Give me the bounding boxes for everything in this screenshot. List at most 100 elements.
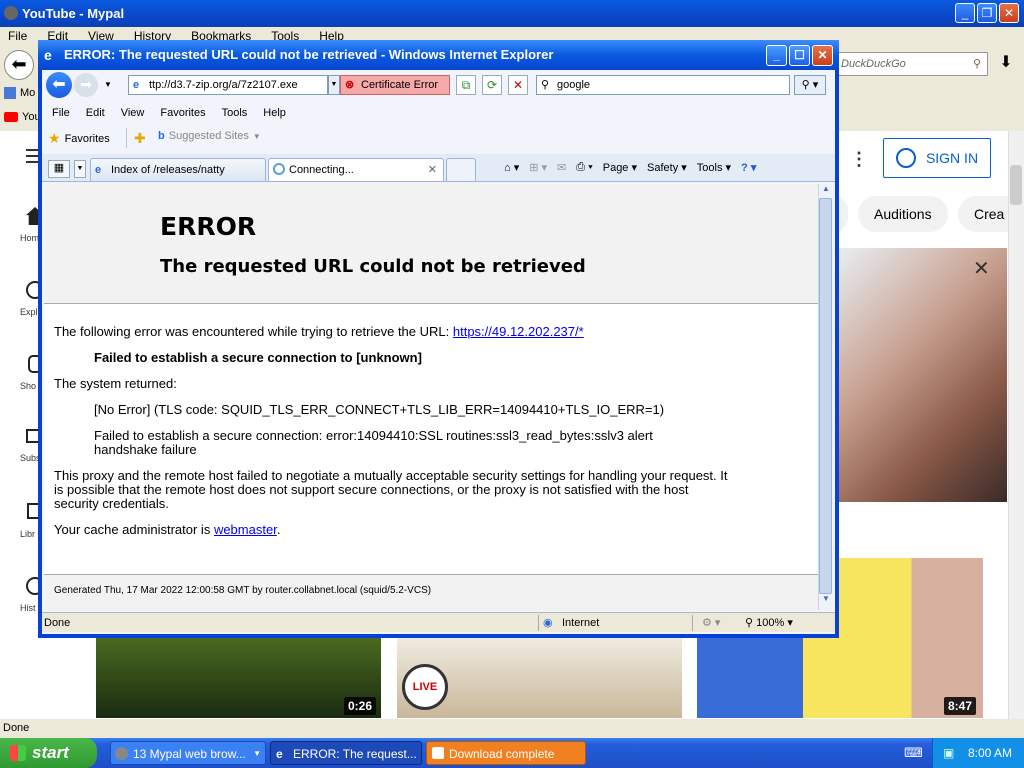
youtube-icon [4,112,18,122]
close-tab-icon[interactable]: ✕ [428,159,437,181]
chip-auditions[interactable]: Auditions [858,196,948,232]
maximize-icon[interactable]: ❐ [977,3,997,23]
scrollbar-thumb[interactable] [819,198,832,594]
chip-crea[interactable]: Crea [958,196,1008,232]
menu-help[interactable]: Help [263,107,286,119]
bing-icon: b [158,130,165,142]
ie-title-bar[interactable]: ERROR: The requested URL could not be re… [38,40,839,70]
live-badge: LIVE [402,664,448,710]
zoom-label: 100% [756,617,785,629]
network-icon[interactable]: ▣ [943,738,954,768]
mypal-status-bar: Done [0,719,1024,738]
read-mail-icon[interactable]: ✉ [557,161,566,174]
tab-index-releases[interactable]: e Index of /releases/natty [90,158,266,181]
minimize-icon[interactable]: _ [766,45,787,66]
search-value: google [557,79,591,91]
tools-menu[interactable]: Tools ▾ [697,161,731,174]
back-arrow-icon: ⬅ [52,76,66,93]
close-icon[interactable]: ✕ [999,3,1019,23]
video-thumbnail-1[interactable] [96,638,381,718]
status-text: Done [44,617,71,629]
search-icon: ⚲ [541,79,550,91]
task-ie-error[interactable]: e ERROR: The request... [270,741,422,765]
intro-text: The following error was encountered whil… [54,324,453,339]
keyboard-icon[interactable]: ⌨ [904,745,923,761]
mypal-window-controls: _ ❐ ✕ [955,3,1019,23]
ie-menu-bar: File Edit View Favorites Tools Help [42,102,835,124]
task-label: Download complete [449,747,555,761]
ie-status-bar: Done ◉ Internet ⚙ ▾ ⚲ 100% ▾ [42,612,835,632]
mypal-bookmark-item[interactable]: Mo [4,87,35,99]
mypal-tab-youtube[interactable]: You [4,111,41,123]
webmaster-link[interactable]: webmaster [214,522,277,537]
admin-message: Your cache administrator is webmaster. [54,523,280,537]
address-bar-input[interactable]: e ttp://d3.7-zip.org/a/7z2107.exe [128,75,328,95]
suggested-sites-button[interactable]: b Suggested Sites ▼ [158,130,261,142]
clock[interactable]: 8:00 AM [968,746,1012,760]
refresh-icon[interactable]: ⟳ [482,75,502,95]
divider [538,615,539,631]
history-dropdown-icon[interactable]: ▼ [104,80,112,89]
stop-icon[interactable]: ✕ [508,75,528,95]
video-duration-3: 8:47 [944,697,977,715]
status-text: Done [3,722,30,734]
safety-menu[interactable]: Safety ▾ [647,161,687,174]
sign-in-button[interactable]: SIGN IN [883,138,991,178]
close-icon[interactable]: ✕ [812,45,833,66]
download-icon[interactable]: ⬇ [994,52,1018,76]
home-icon[interactable]: ⌂ ▾ [504,161,519,174]
minimize-icon[interactable]: _ [955,3,975,23]
add-favorite-icon[interactable]: ✚ [134,130,146,147]
star-icon: ★ [48,130,61,146]
menu-tools[interactable]: Tools [222,107,248,119]
divider [692,615,693,631]
mypal-app-icon [4,6,18,20]
tab-connecting[interactable]: Connecting... ✕ [268,158,444,181]
protected-mode-icon[interactable]: ⚙ ▾ [702,613,720,633]
address-dropdown-icon[interactable]: ▼ [328,75,340,95]
task-mypal[interactable]: 13 Mypal web brow... ▼ [110,741,266,765]
menu-file[interactable]: File [8,27,27,45]
maximize-icon[interactable]: ☐ [789,45,810,66]
scroll-down-icon[interactable]: ▼ [819,594,833,608]
menu-edit[interactable]: Edit [86,107,105,119]
certificate-error-button[interactable]: ⊗ Certificate Error [340,75,450,95]
chevron-down-icon: ▼ [252,131,261,141]
compatibility-icon[interactable]: ⧉ [456,75,476,95]
tab-list-icon[interactable]: ▼ [74,160,86,178]
address-text: ttp://d3.7-zip.org/a/7z2107.exe [149,79,298,91]
search-icon: ⚲ ▾ [801,79,819,91]
more-options-icon[interactable]: ⋮ [850,149,868,170]
start-button[interactable]: start [0,738,97,768]
menu-favorites[interactable]: Favorites [160,107,205,119]
menu-file[interactable]: File [52,107,70,119]
zoom-control[interactable]: ⚲ 100% ▾ [745,613,793,633]
search-icon[interactable]: ⚲ [973,53,981,75]
ie-vertical-scrollbar[interactable]: ▲ ▼ [818,184,833,610]
search-input[interactable]: ⚲ google [536,75,790,95]
print-icon[interactable]: ⎙ ▾ [576,161,592,174]
chip-label: Auditions [874,206,932,222]
page-scrollbar[interactable] [1008,131,1024,719]
new-tab-button[interactable] [446,158,476,181]
page-menu[interactable]: Page ▾ [603,161,637,174]
feeds-icon[interactable]: ⊞ ▾ [529,161,547,174]
back-arrow-icon[interactable]: ⬅ [4,50,34,80]
search-go-button[interactable]: ⚲ ▾ [794,75,826,95]
task-download-complete[interactable]: Download complete [426,741,586,765]
menu-view[interactable]: View [121,107,145,119]
url-link[interactable]: https://49.12.202.237/* [453,324,584,339]
download-icon [432,747,444,759]
scroll-up-icon[interactable]: ▲ [819,184,833,198]
forward-button[interactable]: ➡ [74,73,98,97]
mypal-search-input[interactable]: DuckDuckGo ⚲ [836,52,988,76]
ie-tab-bar: ▦ ▼ e Index of /releases/natty Connecting… [42,154,835,182]
mypal-title-bar[interactable]: YouTube - Mypal [0,0,1024,27]
ie-title: ERROR: The requested URL could not be re… [64,47,554,62]
close-ad-icon[interactable]: ✕ [973,256,990,281]
help-icon[interactable]: ? ▾ [741,161,756,174]
back-button[interactable]: ⬅ [46,72,72,98]
quick-tabs-icon[interactable]: ▦ [48,160,70,178]
scrollbar-thumb[interactable] [1010,165,1022,205]
favorites-button[interactable]: ★ Favorites [48,130,110,147]
